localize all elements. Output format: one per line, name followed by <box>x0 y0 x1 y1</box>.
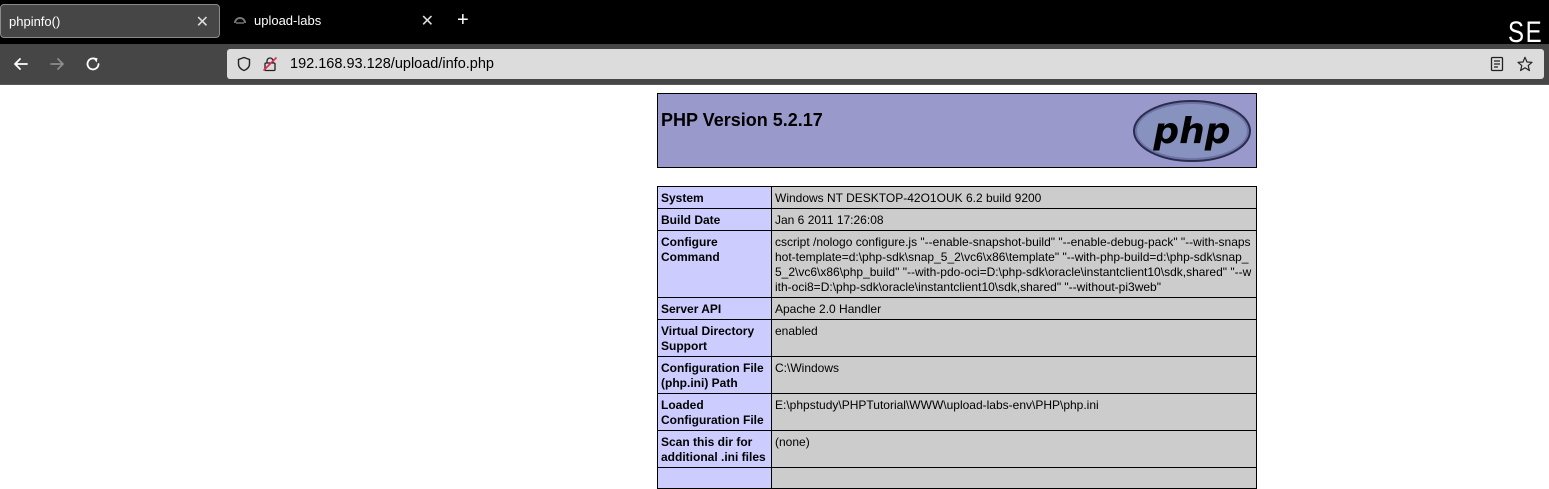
row-key: Configure Command <box>657 230 772 298</box>
url-text[interactable]: 192.168.93.128/upload/info.php <box>290 56 494 72</box>
new-tab-button[interactable]: + <box>457 10 469 30</box>
tab-upload-labs[interactable]: upload-labs ✕ <box>222 4 444 38</box>
tab-strip: phpinfo() ✕ upload-labs ✕ + SE <box>0 0 1549 49</box>
forward-arrow-icon[interactable] <box>47 54 67 74</box>
table-row: Configure Command cscript /nologo config… <box>657 230 1257 298</box>
row-key: Configuration File (php.ini) Path <box>657 356 772 394</box>
reload-icon[interactable] <box>83 54 103 74</box>
insecure-lock-icon[interactable] <box>262 56 278 72</box>
tab-phpinfo[interactable]: phpinfo() ✕ <box>0 4 220 38</box>
address-bar[interactable]: 192.168.93.128/upload/info.php <box>227 49 1544 79</box>
table-row: Configuration File (php.ini) Path C:\Win… <box>657 356 1257 394</box>
favicon-icon <box>234 17 246 24</box>
row-value: Windows NT DESKTOP-42O1OUK 6.2 build 920… <box>771 186 1257 209</box>
row-key: Scan this dir for additional .ini files <box>657 430 772 468</box>
close-tab-icon[interactable]: ✕ <box>196 12 209 32</box>
bookmark-star-icon[interactable] <box>1517 56 1533 72</box>
table-row <box>657 467 1257 489</box>
row-value: cscript /nologo configure.js "--enable-s… <box>771 230 1257 298</box>
row-value: enabled <box>771 319 1257 357</box>
logo-text: php <box>1152 111 1230 152</box>
row-value: (none) <box>771 430 1257 468</box>
back-arrow-icon[interactable] <box>11 54 31 74</box>
table-row: Server API Apache 2.0 Handler <box>657 297 1257 320</box>
row-value: E:\phpstudy\PHPTutorial\WWW\upload-labs-… <box>771 393 1257 431</box>
row-key: Loaded Configuration File <box>657 393 772 431</box>
table-row: Scan this dir for additional .ini files … <box>657 430 1257 468</box>
row-key: Virtual Directory Support <box>657 319 772 357</box>
page-title: PHP Version 5.2.17 <box>661 110 823 130</box>
row-value: C:\Windows <box>771 356 1257 394</box>
version-header: PHP Version 5.2.17 php <box>657 93 1257 168</box>
shield-icon[interactable] <box>236 56 252 72</box>
tab-title: upload-labs <box>254 13 322 28</box>
php-logo[interactable]: php <box>1132 99 1252 163</box>
reader-view-icon[interactable] <box>1489 56 1505 72</box>
info-table: System Windows NT DESKTOP-42O1OUK 6.2 bu… <box>657 186 1257 489</box>
close-tab-icon[interactable]: ✕ <box>421 11 434 31</box>
row-key: Build Date <box>657 208 772 231</box>
row-value <box>771 467 1257 489</box>
row-value: Jan 6 2011 17:26:08 <box>771 208 1257 231</box>
table-row: Build Date Jan 6 2011 17:26:08 <box>657 208 1257 231</box>
row-value: Apache 2.0 Handler <box>771 297 1257 320</box>
row-key <box>657 467 772 489</box>
table-row: Loaded Configuration File E:\phpstudy\PH… <box>657 393 1257 431</box>
table-row: Virtual Directory Support enabled <box>657 319 1257 357</box>
tab-title: phpinfo() <box>9 14 61 29</box>
phpinfo-page: PHP Version 5.2.17 php System Windows NT… <box>657 93 1257 489</box>
table-row: System Windows NT DESKTOP-42O1OUK 6.2 bu… <box>657 186 1257 209</box>
row-key: Server API <box>657 297 772 320</box>
toolbar-divider <box>0 84 1549 85</box>
row-key: System <box>657 186 772 209</box>
